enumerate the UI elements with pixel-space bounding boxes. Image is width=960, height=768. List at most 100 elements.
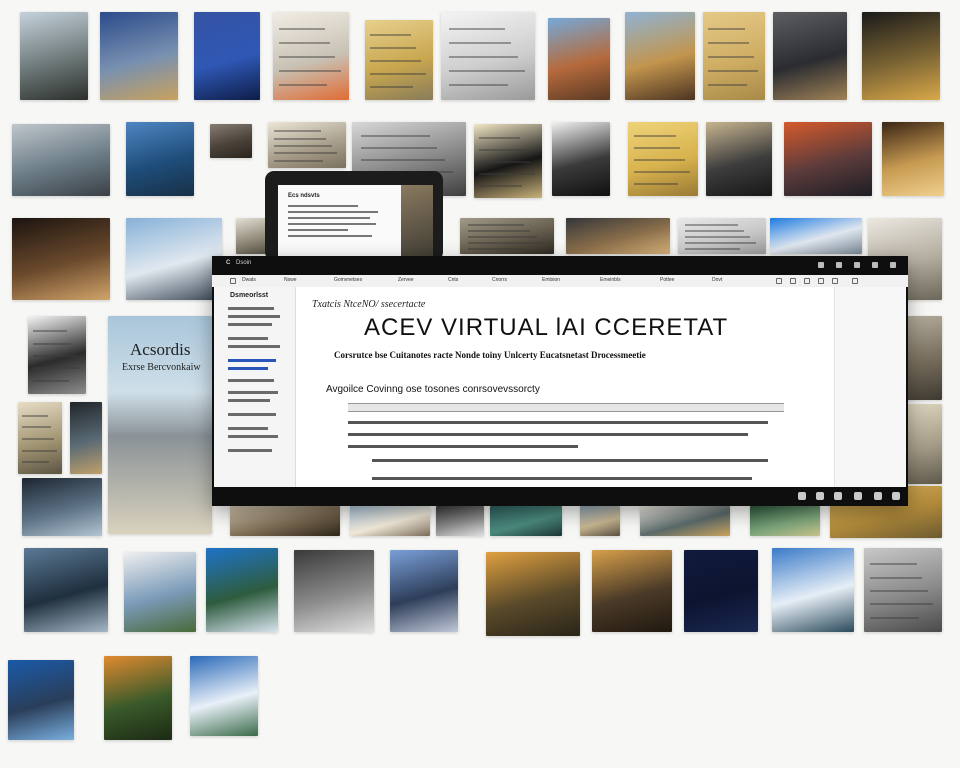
document-thumbnail[interactable] bbox=[628, 122, 698, 196]
sidebar-item[interactable] bbox=[228, 323, 272, 326]
share-icon[interactable] bbox=[854, 262, 860, 268]
toolbar-item[interactable]: Gomvnetses bbox=[334, 277, 362, 283]
photo-thumbnail[interactable] bbox=[230, 506, 340, 536]
comment-icon[interactable] bbox=[854, 492, 862, 500]
bold-icon[interactable] bbox=[790, 278, 796, 284]
photo-thumbnail[interactable] bbox=[104, 656, 172, 740]
photo-thumbnail[interactable] bbox=[20, 12, 88, 100]
sidebar-item[interactable] bbox=[228, 427, 268, 430]
photo-thumbnail[interactable] bbox=[592, 550, 672, 632]
photo-thumbnail[interactable] bbox=[566, 218, 670, 254]
document-thumbnail[interactable] bbox=[18, 402, 62, 474]
photo-thumbnail[interactable] bbox=[126, 218, 222, 300]
sidebar-item[interactable] bbox=[228, 399, 270, 402]
photo-thumbnail[interactable] bbox=[906, 316, 942, 400]
document-thumbnail[interactable] bbox=[273, 12, 349, 100]
document-thumbnail[interactable] bbox=[28, 316, 86, 394]
photo-thumbnail[interactable] bbox=[22, 478, 102, 536]
comment-icon[interactable] bbox=[818, 278, 824, 284]
toolbar-item[interactable]: Dwats bbox=[242, 277, 256, 283]
photo-thumbnail[interactable] bbox=[350, 506, 430, 536]
more-icon[interactable] bbox=[852, 278, 858, 284]
toolbar-item[interactable]: Nswe bbox=[284, 277, 297, 283]
photo-thumbnail[interactable] bbox=[784, 122, 872, 196]
grid-icon[interactable] bbox=[230, 278, 236, 284]
sidebar-link[interactable] bbox=[228, 359, 276, 362]
toolbar-item[interactable]: Emtsion bbox=[542, 277, 560, 283]
photo-thumbnail[interactable] bbox=[684, 550, 758, 632]
toolbar-item[interactable]: Emeinbls bbox=[600, 277, 621, 283]
photo-thumbnail[interactable] bbox=[773, 12, 847, 100]
photo-thumbnail[interactable] bbox=[126, 122, 194, 196]
sidebar-item[interactable] bbox=[228, 315, 280, 318]
photo-thumbnail[interactable] bbox=[390, 550, 458, 632]
sidebar-link[interactable] bbox=[228, 367, 268, 370]
sidebar-item[interactable] bbox=[228, 449, 272, 452]
settings-icon[interactable] bbox=[836, 262, 842, 268]
toolbar-item[interactable]: Cnts bbox=[448, 277, 458, 283]
photo-thumbnail[interactable] bbox=[206, 548, 278, 632]
photo-thumbnail[interactable] bbox=[490, 506, 562, 536]
photo-thumbnail[interactable] bbox=[294, 550, 374, 632]
photo-thumbnail[interactable] bbox=[908, 404, 942, 484]
list-icon[interactable] bbox=[804, 278, 810, 284]
menu-item[interactable]: Dsoin bbox=[236, 260, 251, 266]
toolbar-item[interactable]: Zervee bbox=[398, 277, 414, 283]
photo-thumbnail[interactable] bbox=[770, 218, 862, 254]
photo-thumbnail[interactable] bbox=[486, 552, 580, 636]
toolbar-item[interactable]: Cnorrs bbox=[492, 277, 507, 283]
photo-thumbnail[interactable] bbox=[124, 552, 196, 632]
photo-thumbnail[interactable] bbox=[580, 506, 620, 536]
document-page[interactable]: Txatcis NtceNO/ ssecertacte ACEV VIRTUAL… bbox=[300, 287, 832, 487]
photo-thumbnail[interactable] bbox=[548, 18, 610, 100]
photo-thumbnail[interactable] bbox=[8, 660, 74, 740]
photo-thumbnail[interactable] bbox=[640, 506, 730, 536]
sidebar-item[interactable] bbox=[228, 413, 276, 416]
fit-icon[interactable] bbox=[834, 492, 842, 500]
app-logo-icon[interactable]: C bbox=[226, 260, 230, 266]
photo-thumbnail[interactable] bbox=[625, 12, 695, 100]
photo-thumbnail[interactable] bbox=[24, 548, 108, 632]
photo-thumbnail[interactable] bbox=[772, 548, 854, 632]
document-thumbnail[interactable] bbox=[365, 20, 433, 100]
document-thumbnail[interactable] bbox=[703, 12, 765, 100]
photo-thumbnail[interactable] bbox=[236, 218, 266, 254]
sidebar-item[interactable] bbox=[228, 435, 278, 438]
document-thumbnail[interactable] bbox=[474, 124, 542, 198]
help-icon[interactable] bbox=[832, 278, 838, 284]
document-thumbnail[interactable] bbox=[864, 548, 942, 632]
notification-icon[interactable] bbox=[818, 262, 824, 268]
photo-thumbnail[interactable] bbox=[12, 124, 110, 196]
photo-thumbnail[interactable] bbox=[194, 12, 260, 100]
photo-thumbnail[interactable] bbox=[12, 218, 110, 300]
photo-thumbnail[interactable] bbox=[436, 506, 484, 536]
sidebar-item[interactable] bbox=[228, 345, 280, 348]
browser-window[interactable]: C Dsoin Dwats Nswe Gomvnetses Zervee Cnt… bbox=[212, 256, 908, 506]
fullscreen-icon[interactable] bbox=[874, 492, 882, 500]
document-thumbnail[interactable] bbox=[441, 12, 535, 100]
photo-thumbnail[interactable] bbox=[862, 12, 940, 100]
sidebar-item[interactable] bbox=[228, 391, 278, 394]
photo-thumbnail[interactable] bbox=[210, 124, 252, 158]
photo-thumbnail[interactable] bbox=[100, 12, 178, 100]
camera-icon[interactable] bbox=[872, 262, 878, 268]
photo-thumbnail[interactable] bbox=[706, 122, 772, 196]
zoom-in-icon[interactable] bbox=[816, 492, 824, 500]
account-icon[interactable] bbox=[890, 262, 896, 268]
photo-thumbnail[interactable] bbox=[70, 402, 102, 474]
photo-thumbnail[interactable] bbox=[190, 656, 258, 736]
sidebar-item[interactable] bbox=[228, 379, 274, 382]
document-thumbnail[interactable] bbox=[460, 218, 554, 254]
font-size-icon[interactable] bbox=[776, 278, 782, 284]
book-poster-tile[interactable]: Acsordis Exrse Bercvonkaiw bbox=[108, 316, 212, 534]
toolbar-item[interactable]: Pottee bbox=[660, 277, 674, 283]
photo-thumbnail[interactable] bbox=[750, 506, 820, 536]
photo-thumbnail[interactable] bbox=[552, 122, 610, 196]
document-thumbnail[interactable] bbox=[268, 122, 346, 168]
toolbar-item[interactable]: Dovt bbox=[712, 277, 722, 283]
document-thumbnail[interactable] bbox=[678, 218, 766, 254]
settings-icon[interactable] bbox=[892, 492, 900, 500]
sidebar-item[interactable] bbox=[228, 337, 268, 340]
sidebar-item[interactable] bbox=[228, 307, 274, 310]
photo-thumbnail[interactable] bbox=[882, 122, 944, 196]
